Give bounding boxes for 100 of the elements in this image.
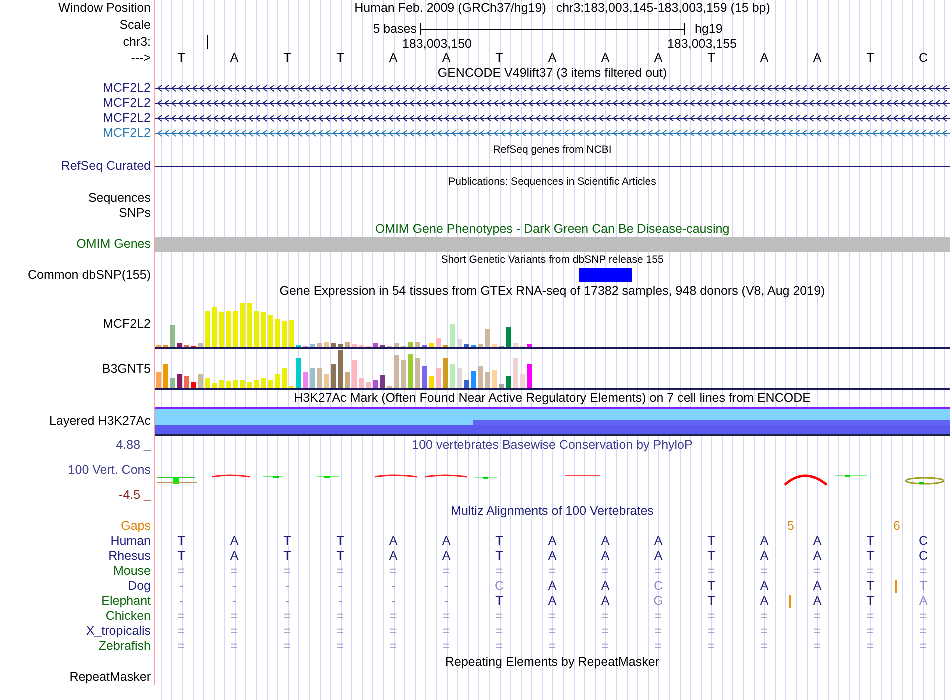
expression-bar [289,320,294,347]
track-label: RefSeq Curated [61,160,151,173]
expression-bar [247,303,252,347]
expression-bar [170,378,175,388]
expression-bar [506,376,511,388]
gene-label: MCF2L2 [103,97,151,110]
sequence-base: A [442,52,451,64]
aligned-base: - [444,595,449,608]
aligned-base: A [548,580,557,593]
track-title: Repeating Elements by RepeatMasker [445,656,660,668]
aligned-base: - [338,595,343,608]
aligned-base: = [390,610,398,623]
aligned-base: - [338,580,343,593]
aligned-base: = [230,610,238,623]
track-label: B3GNT5 [102,363,151,376]
aligned-base: = [336,610,344,623]
aligned-base: T [178,550,186,563]
aligned-base: = [654,625,662,638]
aligned-base: T [496,595,504,608]
aligned-base: = [336,565,344,578]
aligned-base: = [760,640,768,653]
track-title: Multiz Alignments of 100 Vertebrates [451,505,654,518]
expression-bar [429,343,434,347]
aligned-base: = [284,565,292,578]
expression-bar [499,384,504,388]
aligned-base: - [391,580,396,593]
aligned-base: A [548,595,557,608]
aligned-base: = [602,640,610,653]
aligned-base: = [496,565,504,578]
aligned-base: A [230,550,239,563]
track-label: MCF2L2 [103,318,151,331]
aligned-base: A [654,535,663,548]
sequence-base: T [496,52,504,64]
expression-bar [408,354,413,388]
aligned-base: = [866,640,874,653]
aligned-base: T [708,535,716,548]
expression-bar [373,343,378,347]
position-title: chr3:183,003,145-183,003,159 (15 bp) [556,2,770,15]
aligned-base: A [760,595,769,608]
aligned-base: = [866,565,874,578]
aligned-base: = [442,640,450,653]
expression-bar [478,366,483,388]
expression-bar [268,315,273,347]
expression-bar [233,311,238,347]
aligned-base: = [496,640,504,653]
aligned-base: = [284,640,292,653]
aligned-base: A [760,535,769,548]
aligned-base: A [813,550,822,563]
track-label: OMIM Genes [76,238,151,251]
aligned-base: A [601,595,610,608]
expression-bar [254,380,259,388]
expression-bar [471,371,476,388]
ruler-tick [207,35,208,50]
row-label: ---> [131,52,151,64]
ruler-label: 183,003,150 [402,36,473,50]
expression-bar [240,380,245,388]
expression-bar [394,355,399,388]
aligned-base: = [708,610,716,623]
track-label: Gaps [121,520,151,533]
expression-bar [303,372,308,388]
expression-bar [422,366,427,388]
expression-bar [415,342,420,347]
expression-bar [338,344,343,347]
aligned-base: = [548,610,556,623]
aligned-base: = [230,565,238,578]
aligned-base: A [389,550,398,563]
aligned-base: = [336,625,344,638]
expression-bar [296,358,301,388]
gap-count: 6 [894,519,900,534]
expression-bar [345,372,350,388]
aligned-base: = [760,610,768,623]
track-title: Gene Expression in 54 tissues from GTEx RNA-seq of 17382 samples, 948 donors (V8, Aug 2019) [280,285,826,298]
expression-bar [226,311,231,347]
aligned-base: T [866,550,874,563]
expression-bar [443,358,448,388]
aligned-base: A [548,550,557,563]
gene-label: MCF2L2 [103,82,151,95]
aligned-base: = [178,610,186,623]
aligned-base: = [654,610,662,623]
expression-bar [457,368,462,388]
aligned-base: = [178,640,186,653]
expression-bar [240,303,245,347]
expression-bar [275,319,280,347]
row-label: chr3: [123,36,151,48]
expression-bar [310,344,315,347]
aligned-base: T [496,550,504,563]
expression-bar [233,380,238,388]
track-title: GENCODE V49lift37 (3 items filtered out) [438,67,668,80]
aligned-base: = [548,640,556,653]
expression-bar [156,372,161,388]
sequence-base: T [866,52,874,64]
aligned-base: - [232,595,237,608]
aligned-base: = [708,565,716,578]
aligned-base: T [866,580,874,593]
species-label: Dog [128,580,151,593]
expression-bar [527,344,532,347]
expression-bar [198,343,203,347]
expression-bar [324,342,329,347]
track-title: Publications: Sequences in Scientific Articles [448,176,656,188]
expression-bar [177,343,182,347]
